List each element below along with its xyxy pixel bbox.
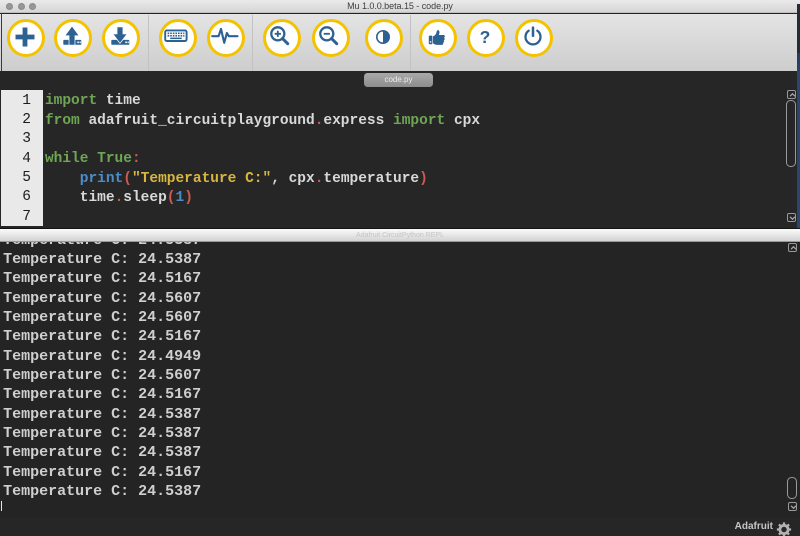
svg-text:?: ? [480,27,491,47]
